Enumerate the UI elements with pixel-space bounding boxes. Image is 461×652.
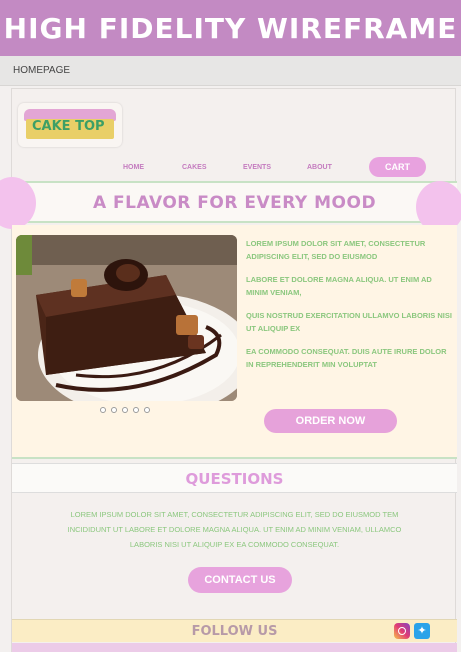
- footer-strip: [12, 643, 457, 652]
- questions-title: QUESTIONS: [185, 470, 284, 488]
- carousel-dot[interactable]: [144, 407, 150, 413]
- feature-paragraph: EA COMMODO CONSEQUAT. DUIS AUTE IRURE DO…: [246, 347, 447, 369]
- contact-us-button[interactable]: CONTACT US: [188, 567, 292, 593]
- wireframe-banner: High Fidelity Wireframe: [0, 0, 461, 56]
- cake-top-logo[interactable]: CAKE TOP: [18, 103, 122, 147]
- carousel-dot[interactable]: [133, 407, 139, 413]
- hero-strip: A FLAVOR FOR EVERY MOOD: [0, 177, 461, 233]
- chocolate-cake-image: [16, 235, 237, 401]
- nav-item-about[interactable]: ABOUT: [307, 164, 332, 171]
- carousel-dot[interactable]: [122, 407, 128, 413]
- twitter-icon[interactable]: ✦: [414, 623, 430, 639]
- hero-title: A FLAVOR FOR EVERY MOOD: [92, 193, 377, 213]
- feature-paragraph: LOREM IPSUM DOLOR SIT AMET, CONSECTETUR …: [246, 239, 426, 261]
- instagram-icon[interactable]: [394, 623, 410, 639]
- cake-photo[interactable]: [16, 235, 237, 401]
- follow-us-title: FOLLOW US: [191, 624, 278, 639]
- feature-paragraph: QUIS NOSTRUD EXERCITATION ULLAMVO LABORI…: [246, 311, 452, 333]
- feature-paragraph: LABORE ET DOLORE MAGNA ALIQUA. UT ENIM A…: [246, 275, 432, 297]
- follow-us-bar: FOLLOW US ✦: [12, 619, 457, 642]
- questions-text: LOREM IPSUM DOLOR SIT AMET, CONSECTETUR …: [67, 510, 402, 549]
- carousel-dots: [100, 407, 150, 413]
- order-now-button[interactable]: ORDER NOW: [264, 409, 397, 433]
- nav-item-home[interactable]: HOME: [123, 164, 144, 171]
- feature-copy: LOREM IPSUM DOLOR SIT AMET, CONSECTETUR …: [246, 237, 452, 381]
- logo-text: CAKE TOP: [32, 119, 105, 134]
- homepage: CAKE TOP HOME CAKES EVENTS ABOUT CART A …: [0, 88, 461, 652]
- feature-section: LOREM IPSUM DOLOR SIT AMET, CONSECTETUR …: [12, 225, 457, 459]
- breadcrumb: HOMEPAGE: [0, 56, 461, 86]
- banner-title: High Fidelity Wireframe: [3, 11, 458, 45]
- browser-frame: HOMEPAGE CAKE TOP HOME CAKES EVENTS ABOU…: [0, 56, 461, 652]
- carousel-dot[interactable]: [111, 407, 117, 413]
- carousel-dot[interactable]: [100, 407, 106, 413]
- main-nav: HOME CAKES EVENTS ABOUT CART: [12, 157, 457, 181]
- nav-item-cakes[interactable]: CAKES: [182, 164, 207, 171]
- breadcrumb-label: HOMEPAGE: [13, 65, 71, 76]
- questions-header: QUESTIONS: [12, 463, 457, 493]
- nav-item-events[interactable]: EVENTS: [243, 164, 271, 171]
- cart-button[interactable]: CART: [369, 157, 426, 177]
